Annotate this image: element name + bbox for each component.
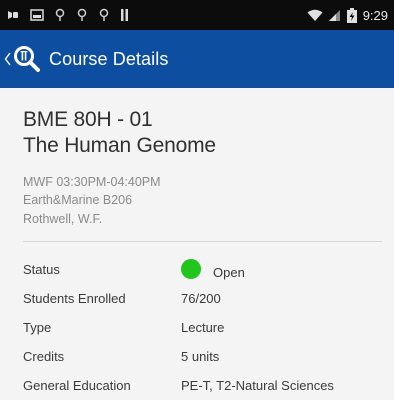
status-text: Open xyxy=(213,264,245,280)
location-icon xyxy=(98,8,110,22)
battery-charging-icon xyxy=(346,7,358,23)
detail-value: 76/200 xyxy=(181,291,221,306)
detail-value: PE-T, T2-Natural Sciences xyxy=(181,378,334,393)
detail-label: Status xyxy=(23,262,60,277)
up-navigation-button[interactable] xyxy=(0,30,45,88)
signal-icon xyxy=(328,9,341,22)
divider xyxy=(23,241,382,242)
course-details-content: BME 80H - 01 The Human Genome MWF 03:30P… xyxy=(0,88,394,396)
status-bar-system: 9:29 xyxy=(307,7,388,23)
location-icon xyxy=(76,8,88,22)
location-icon xyxy=(54,8,66,22)
detail-row-general-education: General Education PE-T, T2-Natural Scien… xyxy=(0,378,394,400)
detail-value: Open xyxy=(181,259,245,282)
app-logo-search-icon xyxy=(13,45,41,73)
detail-label: General Education xyxy=(23,378,131,393)
bars-icon xyxy=(120,8,130,22)
image-notification-icon xyxy=(30,9,44,21)
usb-debug-icon xyxy=(6,8,20,22)
detail-row-type: Type Lecture xyxy=(0,320,394,342)
detail-label: Credits xyxy=(23,349,65,364)
course-code: BME 80H - 01 xyxy=(23,108,153,131)
status-bar-notifications xyxy=(6,8,130,22)
course-name: The Human Genome xyxy=(23,134,216,157)
detail-value: 5 units xyxy=(181,349,220,364)
course-location: Earth&Marine B206 xyxy=(23,193,133,207)
wifi-icon xyxy=(307,9,323,22)
course-schedule: MWF 03:30PM-04:40PM xyxy=(23,175,161,189)
status-bar: 9:29 xyxy=(0,0,394,30)
detail-label: Type xyxy=(23,320,52,335)
detail-value: Lecture xyxy=(181,320,225,335)
course-instructor: Rothwell, W.F. xyxy=(23,212,103,226)
action-bar: Course Details xyxy=(0,30,394,88)
detail-label: Students Enrolled xyxy=(23,291,126,306)
status-indicator-icon xyxy=(181,259,201,279)
chevron-left-icon xyxy=(4,52,11,66)
page-title: Course Details xyxy=(49,48,169,69)
detail-row-credits: Credits 5 units xyxy=(0,349,394,371)
clock: 9:29 xyxy=(362,7,388,23)
detail-row-enrolled: Students Enrolled 76/200 xyxy=(0,291,394,313)
detail-row-status: Status Open xyxy=(0,259,394,284)
